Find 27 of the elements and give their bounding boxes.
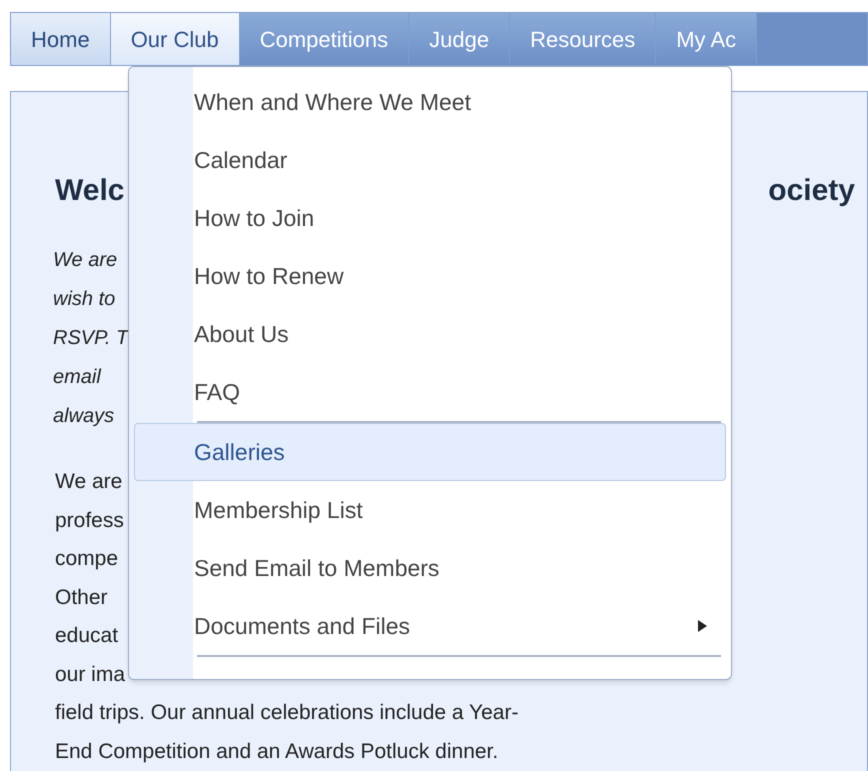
body-text: field trips. Our annual celebrations include a Year-	[55, 700, 518, 726]
intro-text: We are	[53, 248, 118, 273]
menu-item[interactable]: Membership List	[134, 481, 726, 539]
intro-text: always	[53, 404, 114, 429]
menu-item[interactable]: How to Join	[134, 189, 726, 247]
intro-text: RSVP. T	[53, 326, 128, 351]
menu-item[interactable]: About Us	[134, 305, 726, 363]
menu-item[interactable]: FAQ	[134, 363, 726, 421]
nav-tab[interactable]: Home	[11, 13, 111, 65]
body-text: our ima	[55, 662, 126, 688]
menu-item[interactable]: When and Where We Meet	[134, 73, 726, 131]
body-text: educat	[55, 623, 118, 649]
menu-item[interactable]: Calendar	[134, 131, 726, 189]
heading-text: ociety	[768, 173, 855, 209]
menu-item[interactable]: Documents and Files	[134, 597, 726, 655]
body-text: End Competition and an Awards Potluck dinner.	[55, 738, 498, 764]
heading-text: Welc	[55, 173, 124, 209]
intro-text: wish to	[53, 287, 116, 312]
menu-item[interactable]: Send Email to Members	[134, 539, 726, 597]
body-text: compe	[55, 546, 118, 572]
menu-item[interactable]: How to Renew	[134, 247, 726, 305]
nav-tab[interactable]: Our Club	[110, 13, 240, 65]
body-text: Other	[55, 584, 108, 610]
body-text: profess	[55, 508, 124, 534]
body-text: We are	[55, 469, 122, 495]
menu-item[interactable]: Galleries	[134, 423, 726, 481]
intro-text: email	[53, 365, 101, 390]
